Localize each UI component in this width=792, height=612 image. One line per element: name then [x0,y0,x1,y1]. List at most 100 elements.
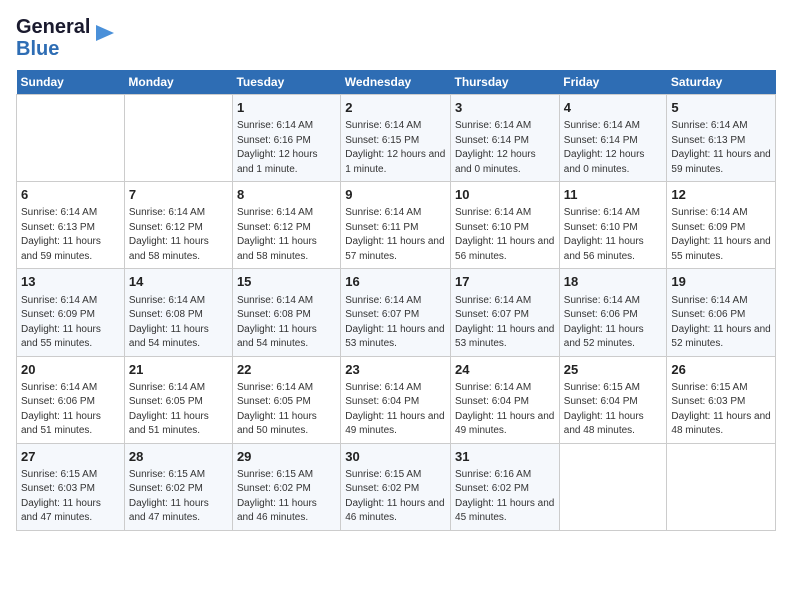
page-header: GeneralBlue [16,16,776,60]
calendar-cell: 4 Sunrise: 6:14 AMSunset: 6:14 PMDaylight… [559,95,667,182]
calendar-header-row: SundayMondayTuesdayWednesdayThursdayFrid… [17,70,776,95]
day-number: 6 [21,186,120,204]
day-info: Sunrise: 6:14 AMSunset: 6:14 PMDaylight:… [564,119,663,177]
calendar-cell: 16 Sunrise: 6:14 AMSunset: 6:07 PMDayligh… [341,269,451,356]
day-info: Sunrise: 6:15 AMSunset: 6:03 PMDaylight:… [21,468,120,526]
day-number: 5 [671,99,771,117]
day-info: Sunrise: 6:14 AMSunset: 6:09 PMDaylight:… [671,206,771,264]
day-number: 15 [237,273,336,291]
calendar-cell: 14 Sunrise: 6:14 AMSunset: 6:08 PMDayligh… [124,269,232,356]
day-number: 14 [129,273,228,291]
col-header-wednesday: Wednesday [341,70,451,95]
calendar-cell: 15 Sunrise: 6:14 AMSunset: 6:08 PMDayligh… [232,269,340,356]
day-number: 30 [345,448,446,466]
day-number: 9 [345,186,446,204]
day-info: Sunrise: 6:14 AMSunset: 6:07 PMDaylight:… [345,294,446,352]
logo: GeneralBlue [16,16,116,60]
logo-blue: Blue [16,38,59,60]
col-header-monday: Monday [124,70,232,95]
calendar-cell: 20 Sunrise: 6:14 AMSunset: 6:06 PMDayligh… [17,356,125,443]
calendar-cell: 22 Sunrise: 6:14 AMSunset: 6:05 PMDayligh… [232,356,340,443]
col-header-thursday: Thursday [451,70,560,95]
day-number: 24 [455,361,555,379]
day-number: 11 [564,186,663,204]
calendar-cell: 11 Sunrise: 6:14 AMSunset: 6:10 PMDayligh… [559,182,667,269]
day-info: Sunrise: 6:15 AMSunset: 6:02 PMDaylight:… [237,468,336,526]
day-info: Sunrise: 6:15 AMSunset: 6:04 PMDaylight:… [564,381,663,439]
calendar-cell [559,443,667,530]
day-number: 25 [564,361,663,379]
day-info: Sunrise: 6:14 AMSunset: 6:08 PMDaylight:… [237,294,336,352]
day-info: Sunrise: 6:14 AMSunset: 6:06 PMDaylight:… [21,381,120,439]
calendar-cell [17,95,125,182]
calendar-cell [124,95,232,182]
calendar-cell: 6 Sunrise: 6:14 AMSunset: 6:13 PMDaylight… [17,182,125,269]
calendar-cell: 25 Sunrise: 6:15 AMSunset: 6:04 PMDayligh… [559,356,667,443]
day-info: Sunrise: 6:15 AMSunset: 6:02 PMDaylight:… [129,468,228,526]
day-info: Sunrise: 6:14 AMSunset: 6:09 PMDaylight:… [21,294,120,352]
calendar-table: SundayMondayTuesdayWednesdayThursdayFrid… [16,70,776,531]
day-info: Sunrise: 6:14 AMSunset: 6:06 PMDaylight:… [671,294,771,352]
day-info: Sunrise: 6:14 AMSunset: 6:14 PMDaylight:… [455,119,555,177]
day-number: 13 [21,273,120,291]
calendar-cell: 2 Sunrise: 6:14 AMSunset: 6:15 PMDaylight… [341,95,451,182]
calendar-cell: 23 Sunrise: 6:14 AMSunset: 6:04 PMDayligh… [341,356,451,443]
day-number: 23 [345,361,446,379]
calendar-cell: 9 Sunrise: 6:14 AMSunset: 6:11 PMDaylight… [341,182,451,269]
day-number: 8 [237,186,336,204]
day-info: Sunrise: 6:14 AMSunset: 6:15 PMDaylight:… [345,119,446,177]
day-number: 4 [564,99,663,117]
calendar-cell: 3Sunrise: 6:14 AMSunset: 6:14 PMDaylight… [451,95,560,182]
calendar-cell: 13 Sunrise: 6:14 AMSunset: 6:09 PMDayligh… [17,269,125,356]
calendar-cell: 26Sunrise: 6:15 AMSunset: 6:03 PMDayligh… [667,356,776,443]
day-info: Sunrise: 6:14 AMSunset: 6:04 PMDaylight:… [345,381,446,439]
calendar-week-4: 20 Sunrise: 6:14 AMSunset: 6:06 PMDayligh… [17,356,776,443]
day-info: Sunrise: 6:14 AMSunset: 6:05 PMDaylight:… [237,381,336,439]
day-info: Sunrise: 6:14 AMSunset: 6:08 PMDaylight:… [129,294,228,352]
day-number: 10 [455,186,555,204]
day-number: 20 [21,361,120,379]
calendar-week-3: 13 Sunrise: 6:14 AMSunset: 6:09 PMDayligh… [17,269,776,356]
calendar-week-1: 1Sunrise: 6:14 AMSunset: 6:16 PMDaylight… [17,95,776,182]
day-number: 2 [345,99,446,117]
calendar-cell: 5 Sunrise: 6:14 AMSunset: 6:13 PMDaylight… [667,95,776,182]
day-info: Sunrise: 6:14 AMSunset: 6:13 PMDaylight:… [21,206,120,264]
calendar-cell: 17Sunrise: 6:14 AMSunset: 6:07 PMDayligh… [451,269,560,356]
calendar-cell: 30Sunrise: 6:15 AMSunset: 6:02 PMDayligh… [341,443,451,530]
day-number: 31 [455,448,555,466]
day-info: Sunrise: 6:14 AMSunset: 6:05 PMDaylight:… [129,381,228,439]
calendar-cell: 10 Sunrise: 6:14 AMSunset: 6:10 PMDayligh… [451,182,560,269]
calendar-cell: 31Sunrise: 6:16 AMSunset: 6:02 PMDayligh… [451,443,560,530]
calendar-cell: 1Sunrise: 6:14 AMSunset: 6:16 PMDaylight… [232,95,340,182]
calendar-week-2: 6 Sunrise: 6:14 AMSunset: 6:13 PMDaylight… [17,182,776,269]
day-number: 27 [21,448,120,466]
calendar-cell: 24 Sunrise: 6:14 AMSunset: 6:04 PMDayligh… [451,356,560,443]
day-number: 12 [671,186,771,204]
col-header-sunday: Sunday [17,70,125,95]
calendar-cell: 7 Sunrise: 6:14 AMSunset: 6:12 PMDaylight… [124,182,232,269]
day-info: Sunrise: 6:14 AMSunset: 6:12 PMDaylight:… [129,206,228,264]
calendar-cell: 28 Sunrise: 6:15 AMSunset: 6:02 PMDayligh… [124,443,232,530]
day-number: 16 [345,273,446,291]
logo-text: GeneralBlue [16,16,90,60]
day-number: 19 [671,273,771,291]
col-header-friday: Friday [559,70,667,95]
col-header-saturday: Saturday [667,70,776,95]
day-number: 29 [237,448,336,466]
day-number: 7 [129,186,228,204]
day-info: Sunrise: 6:14 AMSunset: 6:10 PMDaylight:… [455,206,555,264]
day-number: 18 [564,273,663,291]
calendar-cell: 8 Sunrise: 6:14 AMSunset: 6:12 PMDaylight… [232,182,340,269]
day-number: 21 [129,361,228,379]
day-info: Sunrise: 6:14 AMSunset: 6:04 PMDaylight:… [455,381,555,439]
day-number: 1 [237,99,336,117]
day-info: Sunrise: 6:14 AMSunset: 6:07 PMDaylight:… [455,294,555,352]
day-info: Sunrise: 6:14 AMSunset: 6:10 PMDaylight:… [564,206,663,264]
day-info: Sunrise: 6:14 AMSunset: 6:11 PMDaylight:… [345,206,446,264]
calendar-cell: 18Sunrise: 6:14 AMSunset: 6:06 PMDayligh… [559,269,667,356]
day-info: Sunrise: 6:14 AMSunset: 6:12 PMDaylight:… [237,206,336,264]
day-number: 22 [237,361,336,379]
day-info: Sunrise: 6:14 AMSunset: 6:13 PMDaylight:… [671,119,771,177]
day-number: 26 [671,361,771,379]
day-number: 28 [129,448,228,466]
